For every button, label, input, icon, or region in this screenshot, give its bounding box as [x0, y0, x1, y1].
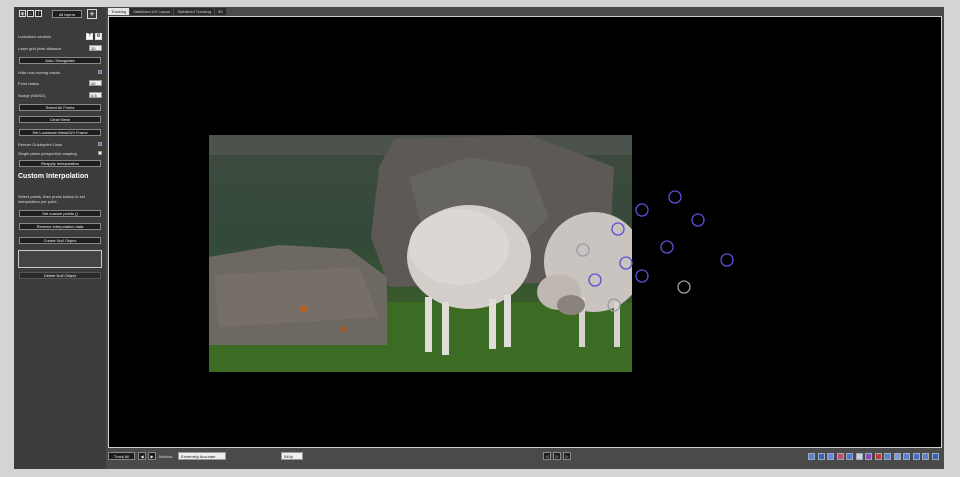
play-icon[interactable]: ▷: [553, 452, 561, 460]
gear-icon[interactable]: ⚙: [95, 32, 102, 40]
auto-triangulate-button[interactable]: Auto-Triangulate: [19, 57, 101, 64]
nudge-input[interactable]: 0.5: [89, 92, 102, 98]
single-plane-label: Single plane perspective warping: [18, 150, 77, 156]
single-plane-checkbox[interactable]: [98, 151, 102, 155]
method-label: Method: [159, 454, 173, 459]
tool-icon[interactable]: [855, 453, 863, 460]
tool-icon[interactable]: [865, 453, 872, 460]
laser-grid-input[interactable]: 30: [89, 45, 102, 51]
method-select[interactable]: Extremely Accurate: [178, 452, 226, 460]
create-null-object-button[interactable]: Create Null Object: [19, 237, 101, 244]
next-frame-icon[interactable]: ▷: [563, 452, 571, 460]
set-custom-points-button[interactable]: Set custom points (): [19, 210, 101, 217]
single-plane-row: Single plane perspective warping: [18, 149, 102, 157]
track-point[interactable]: [720, 253, 734, 267]
lockdown-controls-label: Lockdown controls: [18, 33, 52, 39]
tool-icon[interactable]: [817, 453, 825, 460]
remove-interpolation-button[interactable]: Remove interpolation data: [19, 223, 101, 230]
track-point[interactable]: [660, 240, 674, 254]
track-point[interactable]: [668, 190, 682, 204]
tool-icon[interactable]: [931, 453, 939, 460]
view-tabs: Tracking Stabilized UV Layout Stabilized…: [108, 8, 227, 15]
render-links-row: Render Guidepoint Links: [18, 140, 102, 148]
track-point[interactable]: [635, 269, 649, 283]
track-all-button[interactable]: Track All: [108, 452, 135, 460]
tool-icon[interactable]: [922, 453, 929, 460]
sidebar: ◉ ⌂ i All layers + Lockdown controls ? ⚙…: [14, 7, 106, 469]
point-radius-input[interactable]: 40: [89, 80, 102, 86]
track-point[interactable]: [677, 280, 691, 294]
nudge-row: Nudge (WASD) 0.5: [18, 91, 102, 99]
track-backward-icon[interactable]: ◀: [138, 452, 146, 460]
tool-icon[interactable]: [912, 453, 920, 460]
tool-icon[interactable]: [874, 453, 882, 460]
point-radius-label: Point radius: [18, 80, 40, 86]
tool-icon[interactable]: [836, 453, 844, 460]
hide-non-moving-label: Hide non-moving tracks: [18, 69, 61, 75]
hide-non-moving-row: Hide non-moving tracks: [18, 68, 102, 76]
tool-icon[interactable]: [903, 453, 910, 460]
track-point[interactable]: [635, 203, 649, 217]
render-links-label: Render Guidepoint Links: [18, 141, 63, 147]
lockdown-controls-row: Lockdown controls ? ⚙: [18, 32, 102, 40]
delete-null-object-button[interactable]: Delete Null Object: [19, 272, 101, 279]
null-object-list[interactable]: [18, 250, 102, 268]
tab-stabilized-tracking[interactable]: Stabilized Tracking: [174, 8, 214, 15]
set-lockdown-frame-button[interactable]: Set Lockdown Mesh/UV Frame: [19, 129, 101, 136]
tab-3d[interactable]: 3D: [214, 8, 227, 15]
tool-icon[interactable]: [893, 453, 901, 460]
tab-stabilized-uv-layout[interactable]: Stabilized UV Layout: [130, 8, 174, 15]
clear-mesh-button[interactable]: Clear Mesh: [19, 116, 101, 123]
laser-grid-label: Laser grid pixel distance: [18, 45, 62, 51]
tool-icon[interactable]: [846, 453, 853, 460]
info-icon[interactable]: i: [35, 10, 42, 17]
render-links-checkbox[interactable]: [98, 142, 102, 146]
custom-interpolation-desc: Select points, then press button to set …: [18, 194, 85, 204]
laser-grid-row: Laser grid pixel distance 30: [18, 44, 102, 52]
eye-icon[interactable]: ◉: [19, 10, 26, 17]
bottom-toolbar: Track All ◀ ▶ Method Extremely Accurate …: [108, 451, 942, 465]
nudge-label: Nudge (WASD): [18, 92, 46, 98]
tracking-viewport[interactable]: [108, 16, 942, 448]
lock-icon[interactable]: ⌂: [27, 10, 34, 17]
resolution-select[interactable]: 540p: [281, 452, 303, 460]
help-icon[interactable]: ?: [86, 32, 93, 40]
tool-icon[interactable]: [808, 453, 815, 460]
tool-icon[interactable]: [827, 453, 834, 460]
all-layers-button[interactable]: All layers: [52, 10, 82, 18]
plus-icon[interactable]: +: [87, 9, 97, 19]
custom-interpolation-title: Custom Interpolation: [18, 173, 89, 180]
select-all-points-button[interactable]: Select All Points: [19, 104, 101, 111]
tool-icon[interactable]: [884, 453, 891, 460]
tab-tracking[interactable]: Tracking: [108, 8, 130, 15]
track-point[interactable]: [691, 213, 705, 227]
reapply-interpolation-button[interactable]: Reapply Interpolation: [19, 160, 101, 167]
hide-non-moving-checkbox[interactable]: [98, 70, 102, 74]
prev-frame-icon[interactable]: ◁: [543, 452, 551, 460]
track-forward-icon[interactable]: ▶: [148, 452, 156, 460]
layer-icons: ◉ ⌂ i: [19, 10, 42, 17]
app-window: ◉ ⌂ i All layers + Lockdown controls ? ⚙…: [14, 7, 944, 469]
point-radius-row: Point radius 40: [18, 79, 102, 87]
viewport-canvas[interactable]: [109, 17, 941, 447]
